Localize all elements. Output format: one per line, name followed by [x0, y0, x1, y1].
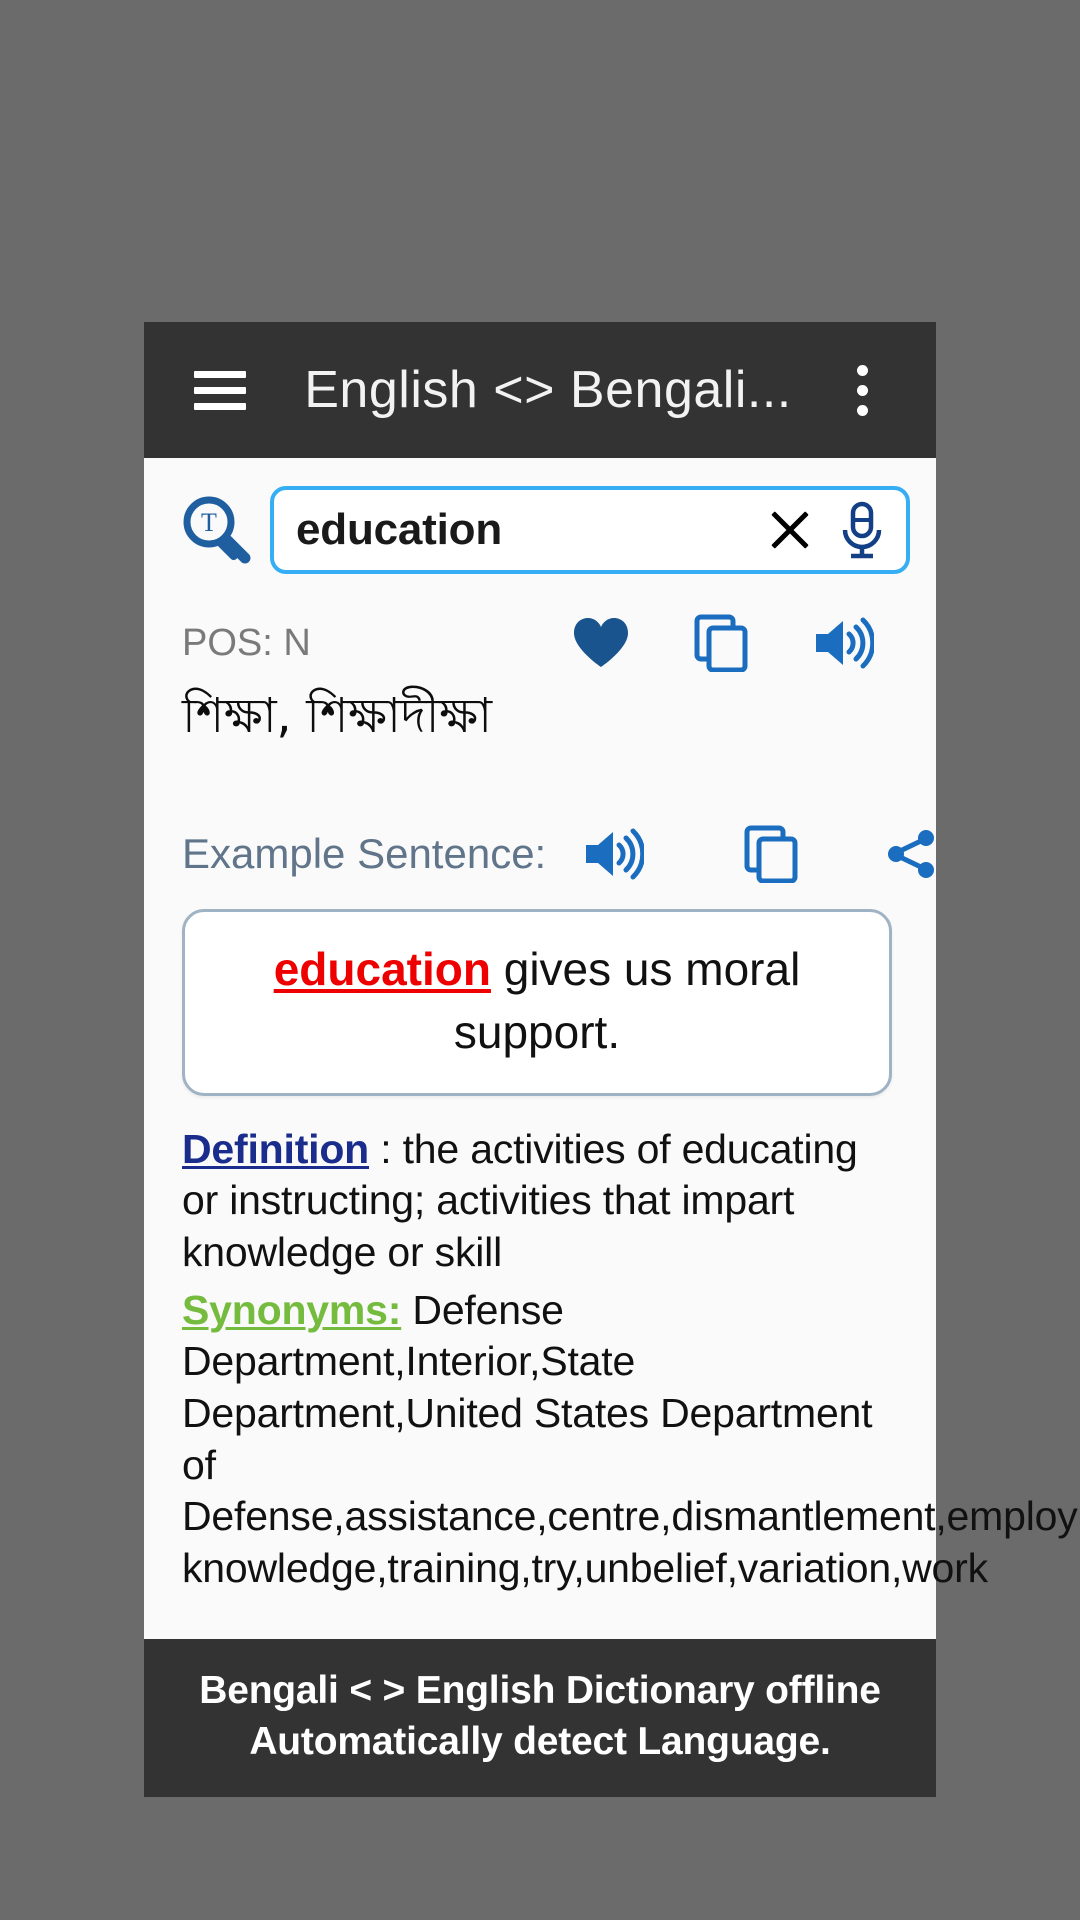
close-icon[interactable] — [764, 504, 816, 556]
example-actions — [576, 825, 940, 884]
synonyms-paragraph: Synonyms: Defense Department,Interior,St… — [182, 1279, 1080, 1595]
screen-background: English <> Bengali... T education POS: N… — [0, 0, 1080, 1920]
hamburger-menu-icon[interactable] — [194, 361, 252, 419]
speaker-icon[interactable] — [812, 616, 874, 670]
example-sentence-card[interactable]: education gives us moral support. — [182, 909, 892, 1096]
example-sentence-label: Example Sentence: — [182, 830, 547, 878]
share-icon[interactable] — [884, 826, 940, 882]
pos-row: POS: N — [144, 596, 936, 672]
pos-label: POS: N — [182, 621, 311, 664]
footer-line-1: Bengali < > English Dictionary offline — [199, 1668, 881, 1712]
footer-line-2: Automatically detect Language. — [249, 1720, 831, 1763]
main-content: T education POS: N শিক্ষা, শিক্ষাদীক্ষা … — [144, 458, 1080, 1639]
search-row: T education — [144, 458, 936, 596]
svg-text:T: T — [201, 508, 217, 537]
footer-banner: Bengali < > English Dictionary offline A… — [144, 1638, 936, 1798]
app-window: English <> Bengali... T education POS: N… — [144, 322, 1080, 1798]
copy-icon[interactable] — [694, 614, 748, 672]
favorite-icon[interactable] — [572, 616, 630, 670]
definition-section: Definition : the activities of educating… — [144, 1096, 1080, 1595]
copy-icon[interactable] — [744, 825, 798, 884]
text-search-icon[interactable]: T — [178, 491, 252, 570]
definition-label: Definition — [182, 1125, 370, 1172]
example-sentence-header: Example Sentence: — [144, 747, 936, 884]
example-sentence-keyword: education — [273, 943, 491, 996]
search-input[interactable]: education — [270, 486, 910, 574]
definition-separator: : — [369, 1125, 403, 1172]
search-input-value[interactable]: education — [296, 505, 752, 555]
synonyms-label: Synonyms: — [182, 1286, 402, 1333]
definition-paragraph: Definition : the activities of educating… — [182, 1124, 902, 1279]
speaker-icon[interactable] — [582, 827, 645, 881]
example-sentence-rest: gives us moral support. — [453, 943, 801, 1058]
result-actions — [311, 614, 890, 672]
more-vert-icon[interactable] — [834, 355, 890, 425]
page-title: English <> Bengali... — [304, 361, 792, 419]
microphone-icon[interactable] — [838, 500, 886, 560]
translation-text: শিক্ষা, শিক্ষাদীক্ষা — [182, 688, 492, 744]
example-sentence-text: education gives us moral support. — [215, 938, 859, 1062]
app-bar: English <> Bengali... — [144, 322, 936, 458]
